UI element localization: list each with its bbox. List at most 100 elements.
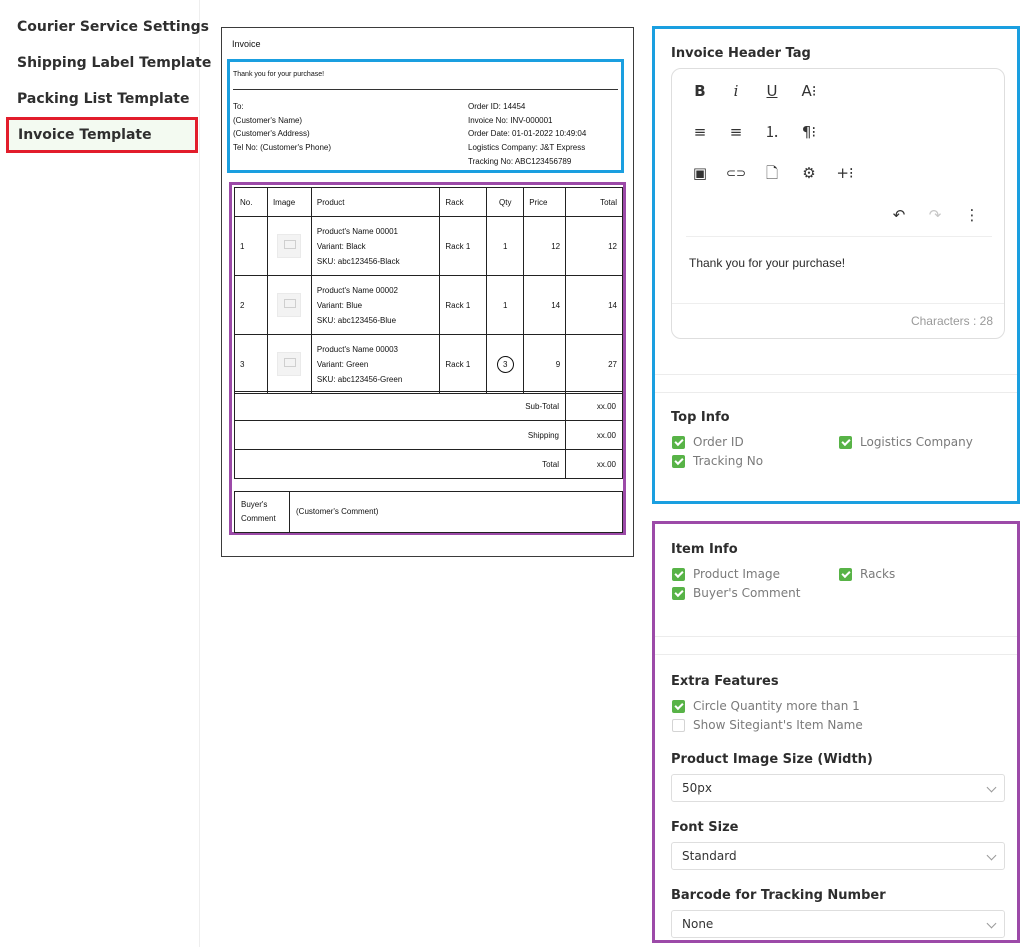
align-center-icon[interactable]: ≡ <box>722 118 750 146</box>
checkbox-buyers-comment[interactable]: Buyer's Comment <box>672 585 800 601</box>
product-cell: Product's Name 00001 Variant: Black SKU:… <box>310 216 441 276</box>
summary-value: xx.00 <box>565 420 623 450</box>
sidebar-item-shipping-label-template[interactable]: Shipping Label Template <box>6 45 211 81</box>
sidebar-item-courier-service-settings[interactable]: Courier Service Settings <box>6 9 209 45</box>
checkbox-racks[interactable]: Racks <box>839 566 895 582</box>
product-cell: Product's Name 00002 Variant: Blue SKU: … <box>310 275 441 335</box>
summary-label: Sub-Total <box>234 391 566 421</box>
page-root: Courier Service Settings Shipping Label … <box>0 0 1024 947</box>
chevron-down-icon <box>986 918 997 929</box>
extra-features-title: Extra Features <box>671 674 779 689</box>
font-size-select[interactable]: Standard <box>671 842 1005 870</box>
comment-value: (Customer's Comment) <box>289 491 623 533</box>
items-table: No. Image Product Rack Qty Price Total 1… <box>234 187 623 394</box>
column-header: Total <box>565 187 623 217</box>
invoice-header-tag-title: Invoice Header Tag <box>671 46 811 61</box>
summary-label: Shipping <box>234 420 566 450</box>
underline-button[interactable]: U <box>758 77 786 105</box>
summary-table: Sub-Total xx.00 Shipping xx.00 Total xx.… <box>234 391 623 479</box>
sidebar-item-packing-list-template[interactable]: Packing List Template <box>6 81 198 117</box>
checkbox-label: Logistics Company <box>860 435 973 449</box>
buyer-comment-table: Buyer's Comment (Customer's Comment) <box>234 491 623 533</box>
invoice-title: Invoice <box>232 39 261 49</box>
checkbox-order-id[interactable]: Order ID <box>672 434 744 450</box>
product-name: Product's Name 00002 <box>316 285 399 295</box>
sidebar-item-invoice-template[interactable]: Invoice Template <box>6 117 198 153</box>
product-name: Product's Name 00003 <box>316 344 399 354</box>
checkbox-label: Tracking No <box>693 454 764 468</box>
checkbox-label: Show Sitegiant's Item Name <box>693 718 863 732</box>
checkbox-checked-icon <box>672 454 685 468</box>
align-left-icon[interactable]: ≡ <box>686 118 714 146</box>
image-icon[interactable]: ▣ <box>686 159 714 187</box>
row-number: 3 <box>234 334 268 394</box>
customer-info: To: (Customer's Name) (Customer's Addres… <box>233 100 331 155</box>
redo-icon[interactable]: ↷ <box>921 201 949 229</box>
price-cell: 9 <box>523 334 567 394</box>
rich-text-editor: B i U A⁝ ≡ ≡ ⒈ ¶⁝ ▣ ⊂⊃ 🗋 ⚙ +⁝ ↶ ↷ ⋮ Than… <box>671 68 1005 339</box>
product-sku: SKU: abc123456-Green <box>316 374 403 384</box>
comment-label-line: Buyer's <box>241 500 268 509</box>
item-info-title: Item Info <box>671 542 738 557</box>
header-divider <box>233 89 618 90</box>
to-label: To: <box>233 102 244 111</box>
checkbox-tracking-no[interactable]: Tracking No <box>672 453 763 469</box>
qty-cell: 3 <box>486 334 525 394</box>
sidebar: Courier Service Settings Shipping Label … <box>0 0 211 947</box>
numbered-list-icon[interactable]: ⒈ <box>758 118 786 146</box>
image-placeholder-icon <box>277 293 302 317</box>
rack-cell: Rack 1 <box>439 334 488 394</box>
table-row: 2 Product's Name 00002 Variant: Blue SKU… <box>234 275 623 335</box>
invoice-header-section[interactable]: Thank you for your purchase! To: (Custom… <box>227 59 624 173</box>
bold-button[interactable]: B <box>686 77 714 105</box>
checkbox-checked-icon <box>672 586 685 600</box>
paragraph-icon[interactable]: ¶⁝ <box>795 118 823 146</box>
summary-value: xx.00 <box>565 391 623 421</box>
qty-cell: 1 <box>486 216 525 276</box>
section-divider <box>655 392 1017 393</box>
qty-cell: 1 <box>486 275 525 335</box>
font-size-value: Standard <box>682 849 737 863</box>
column-header: Rack <box>439 187 488 217</box>
image-placeholder-icon <box>277 352 302 376</box>
link-icon[interactable]: ⊂⊃ <box>722 159 750 187</box>
more-options-icon[interactable]: ⋮ <box>958 201 986 229</box>
column-header: Image <box>266 187 312 217</box>
product-sku: SKU: abc123456-Black <box>316 256 400 266</box>
customer-phone: Tel No: (Customer's Phone) <box>233 143 332 153</box>
section-divider <box>655 636 1017 637</box>
column-header: Qty <box>486 187 525 217</box>
editor-content[interactable]: Thank you for your purchase! <box>689 256 845 270</box>
price-cell: 14 <box>523 275 567 335</box>
row-number: 2 <box>234 275 268 335</box>
comment-label-line: Comment <box>241 514 276 523</box>
image-size-select[interactable]: 50px <box>671 774 1005 802</box>
font-size-title: Font Size <box>671 820 739 835</box>
image-size-value: 50px <box>682 781 712 795</box>
undo-icon[interactable]: ↶ <box>885 201 913 229</box>
checkbox-label: Racks <box>860 567 896 581</box>
checkbox-unchecked-icon <box>672 718 685 732</box>
items-table-header: No. Image Product Rack Qty Price Total <box>234 187 623 217</box>
comment-label: Buyer's Comment <box>234 491 290 533</box>
qty-circle-badge: 3 <box>496 355 514 373</box>
section-divider <box>655 374 1017 375</box>
checkbox-circle-quantity[interactable]: Circle Quantity more than 1 <box>672 698 860 714</box>
summary-row: Sub-Total xx.00 <box>234 391 623 421</box>
italic-button[interactable]: i <box>722 77 750 105</box>
gear-icon[interactable]: ⚙ <box>795 159 823 187</box>
product-variant: Variant: Black <box>316 241 366 251</box>
file-icon[interactable]: 🗋 <box>758 159 786 187</box>
product-image-cell <box>266 275 312 335</box>
insert-more-icon[interactable]: +⁝ <box>831 159 859 187</box>
checkbox-sitegiant-item-name[interactable]: Show Sitegiant's Item Name <box>672 717 863 733</box>
invoice-items-section[interactable]: No. Image Product Rack Qty Price Total 1… <box>229 182 626 535</box>
font-size-icon[interactable]: A⁝ <box>795 77 823 105</box>
product-cell: Product's Name 00003 Variant: Green SKU:… <box>310 334 441 394</box>
invoice-no: Invoice No: INV-000001 <box>468 115 553 125</box>
summary-value: xx.00 <box>565 449 623 479</box>
checkbox-product-image[interactable]: Product Image <box>672 566 780 582</box>
checkbox-logistics-company[interactable]: Logistics Company <box>839 434 973 450</box>
image-size-title: Product Image Size (Width) <box>671 752 873 767</box>
barcode-select[interactable]: None <box>671 910 1005 938</box>
